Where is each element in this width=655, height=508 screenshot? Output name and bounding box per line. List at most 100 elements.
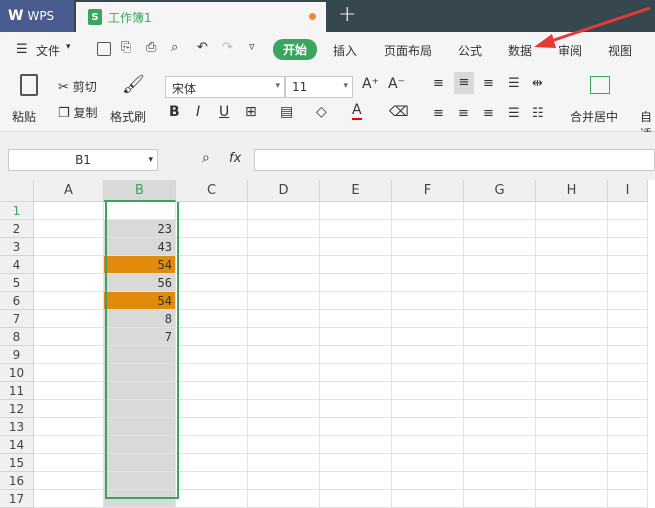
cell-i5[interactable] [608,274,648,292]
align-bottom-icon[interactable]: ≡ [483,76,494,91]
cell-b11[interactable] [104,382,176,400]
cell-g11[interactable] [464,382,536,400]
cell-i6[interactable] [608,292,648,310]
align-middle-icon[interactable]: ≡ [454,72,474,94]
cell-i8[interactable] [608,328,648,346]
fx-icon[interactable]: fx [229,151,241,166]
tab-review[interactable]: 审阅 [558,42,582,59]
row-header[interactable]: 8 [0,328,34,346]
print-preview-icon[interactable]: ⌕ [171,40,178,55]
cell-a3[interactable] [34,238,104,256]
cell-a14[interactable] [34,436,104,454]
cell-c7[interactable] [176,310,248,328]
cell-d12[interactable] [248,400,320,418]
select-all-corner[interactable] [0,180,34,202]
cell-d15[interactable] [248,454,320,472]
cell-f9[interactable] [392,346,464,364]
column-header-a[interactable]: A [34,180,104,202]
hamburger-icon[interactable]: ☰ [16,42,28,57]
cell-b17[interactable] [104,490,176,508]
row-header[interactable]: 16 [0,472,34,490]
cell-i7[interactable] [608,310,648,328]
bold-button[interactable]: B [169,104,180,120]
cell-c13[interactable] [176,418,248,436]
cell-e6[interactable] [320,292,392,310]
cell-f7[interactable] [392,310,464,328]
cell-e15[interactable] [320,454,392,472]
cell-i9[interactable] [608,346,648,364]
cell-g7[interactable] [464,310,536,328]
column-header-i[interactable]: I [608,180,648,202]
row-header[interactable]: 6 [0,292,34,310]
cell-d13[interactable] [248,418,320,436]
cell-d9[interactable] [248,346,320,364]
row-header[interactable]: 2 [0,220,34,238]
cell-d2[interactable] [248,220,320,238]
cell-f16[interactable] [392,472,464,490]
cell-h13[interactable] [536,418,608,436]
name-box[interactable]: B1 ▾ [8,149,158,171]
cell-d1[interactable] [248,202,320,220]
cell-i10[interactable] [608,364,648,382]
fill-color-icon[interactable]: ◇ [316,104,327,120]
cell-f11[interactable] [392,382,464,400]
cell-h9[interactable] [536,346,608,364]
undo-icon[interactable]: ↶ [197,40,208,55]
row-header[interactable]: 13 [0,418,34,436]
cell-e7[interactable] [320,310,392,328]
wrap-icon[interactable]: ⇹ [532,76,543,91]
cell-g1[interactable] [464,202,536,220]
cell-g16[interactable] [464,472,536,490]
cell-e5[interactable] [320,274,392,292]
cell-c12[interactable] [176,400,248,418]
cell-c4[interactable] [176,256,248,274]
cell-i2[interactable] [608,220,648,238]
align-center-icon[interactable]: ≡ [458,106,469,121]
cell-e11[interactable] [320,382,392,400]
align-left-icon[interactable]: ≡ [433,106,444,121]
cell-h5[interactable] [536,274,608,292]
cell-f3[interactable] [392,238,464,256]
cell-b2[interactable]: 23 [104,220,176,238]
cell-b6[interactable]: 54 [104,292,176,310]
cell-c10[interactable] [176,364,248,382]
cell-i3[interactable] [608,238,648,256]
cell-h15[interactable] [536,454,608,472]
cell-h11[interactable] [536,382,608,400]
cell-h2[interactable] [536,220,608,238]
border-icon[interactable]: ⊞ [245,104,257,120]
column-header-f[interactable]: F [392,180,464,202]
increase-font-icon[interactable]: A⁺ [362,76,379,92]
tab-insert[interactable]: 插入 [333,42,357,59]
cell-c11[interactable] [176,382,248,400]
cell-e13[interactable] [320,418,392,436]
export-icon[interactable]: ⎘ [121,40,131,55]
tab-start[interactable]: 开始 [273,39,318,60]
cell-e4[interactable] [320,256,392,274]
align-top-icon[interactable]: ≡ [433,76,444,91]
merge-center-button[interactable]: 合并居中 [570,70,630,130]
cell-e9[interactable] [320,346,392,364]
eraser-icon[interactable]: ⌫ [389,104,409,120]
cell-f17[interactable] [392,490,464,508]
cell-d10[interactable] [248,364,320,382]
row-header[interactable]: 3 [0,238,34,256]
cell-e16[interactable] [320,472,392,490]
cell-d3[interactable] [248,238,320,256]
cell-f4[interactable] [392,256,464,274]
cell-i17[interactable] [608,490,648,508]
cell-b14[interactable] [104,436,176,454]
cell-c17[interactable] [176,490,248,508]
cell-f13[interactable] [392,418,464,436]
row-header[interactable]: 9 [0,346,34,364]
cell-h6[interactable] [536,292,608,310]
cell-g3[interactable] [464,238,536,256]
cell-b15[interactable] [104,454,176,472]
cell-h17[interactable] [536,490,608,508]
fill-style-icon[interactable]: ▤ [280,104,293,120]
cell-f12[interactable] [392,400,464,418]
cell-i15[interactable] [608,454,648,472]
copy-button[interactable]: ❐ 复制 [58,104,98,122]
cell-g12[interactable] [464,400,536,418]
cell-i1[interactable] [608,202,648,220]
